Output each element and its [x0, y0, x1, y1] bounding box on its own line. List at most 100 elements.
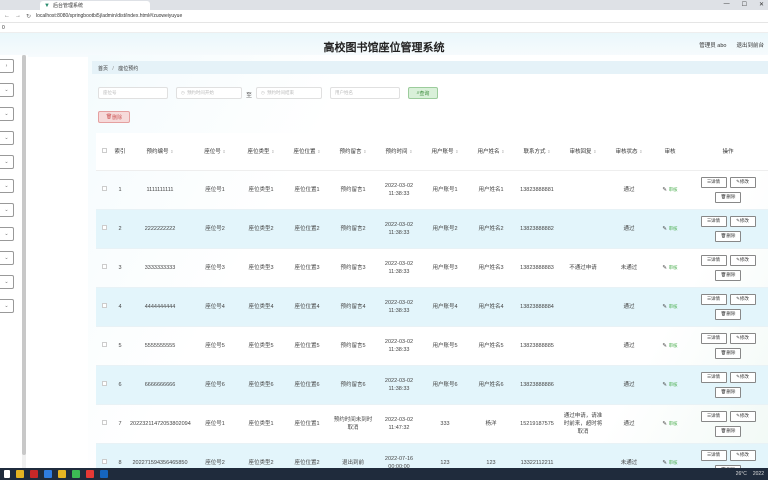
review-cell[interactable]: ✎ 审核 [652, 365, 688, 405]
forward-icon[interactable]: → [15, 13, 21, 19]
column-header[interactable]: 操作 [688, 133, 768, 171]
detail-button[interactable]: ☰ 详情 [700, 449, 727, 461]
row-checkbox-cell[interactable] [96, 287, 112, 327]
review-link[interactable]: 审核 [669, 265, 678, 270]
edit-button[interactable]: ✎ 修改 [729, 215, 756, 227]
row-checkbox[interactable] [101, 185, 107, 191]
sort-icon[interactable]: ⇕ [501, 149, 504, 154]
end-time-input[interactable]: ◷ 预约时间结束 [256, 87, 323, 99]
column-header[interactable]: 座位类型 ⇕ [238, 133, 284, 171]
edit-button[interactable]: ✎ 修改 [729, 410, 756, 422]
review-link[interactable]: 审核 [669, 421, 678, 426]
review-link[interactable]: 审核 [669, 382, 678, 387]
review-cell[interactable]: ✎ 审核 [652, 170, 688, 210]
review-cell[interactable]: ✎ 审核 [652, 209, 688, 249]
browser-tab[interactable]: ▼ 后台管理系统 [40, 1, 150, 10]
column-header[interactable]: 联系方式 ⇕ [514, 133, 560, 171]
detail-button[interactable]: ☰ 详情 [700, 332, 727, 344]
exit-link[interactable]: 退出到前台 [736, 41, 764, 49]
delete-button[interactable]: 🗑 删除 [715, 347, 741, 359]
edit-button[interactable]: ✎ 修改 [729, 449, 756, 461]
column-header[interactable]: 预约编号 ⇕ [128, 133, 192, 171]
row-checkbox-cell[interactable] [96, 209, 112, 249]
sidebar-item-icon[interactable]: ⌄ [0, 227, 14, 241]
scrollbar-thumb[interactable] [22, 55, 26, 455]
review-cell[interactable]: ✎ 审核 [652, 404, 688, 444]
row-checkbox[interactable] [101, 458, 107, 464]
sort-icon[interactable]: ⇕ [547, 149, 550, 154]
detail-button[interactable]: ☰ 详情 [700, 410, 727, 422]
detail-button[interactable]: ☰ 详情 [700, 215, 727, 227]
row-checkbox[interactable] [101, 419, 107, 425]
detail-button[interactable]: ☰ 详情 [700, 254, 727, 266]
row-checkbox[interactable] [101, 302, 107, 308]
table-row[interactable]: 8 202271594356465850 座位号2 座位类型2 座位位置2 退出到前 202… [96, 443, 768, 468]
delete-button[interactable]: 🗑 删除 [715, 191, 741, 203]
sidebar-item-icon[interactable]: ⌄ [0, 179, 14, 193]
close-icon[interactable]: ✕ [759, 1, 764, 8]
table-row[interactable]: 3 3333333333 座位号3 座位类型3 座位位置3 预约留言3 2022-03-02… [96, 248, 768, 288]
username-input[interactable]: 用户姓名 [330, 87, 401, 99]
app-icon[interactable] [44, 470, 52, 478]
sort-icon[interactable]: ⇕ [593, 149, 596, 154]
table-row[interactable]: 4 4444444444 座位号4 座位类型4 座位位置4 预约留言4 2022-03-02… [96, 287, 768, 327]
url-field[interactable]: localhost:8080/springbootbi5j/admin/dist… [36, 13, 764, 19]
start-time-input[interactable]: ◷ 预约时间开始 [176, 87, 242, 99]
sidebar-item-icon[interactable]: ⌄ [0, 131, 14, 145]
sidebar-item-icon[interactable]: ⌄ [0, 83, 14, 97]
sidebar-item-icon[interactable]: ⌄ [0, 107, 14, 121]
folder-icon[interactable] [16, 470, 24, 478]
minimize-icon[interactable]: — [724, 1, 730, 8]
column-header[interactable]: 审核 [652, 133, 688, 171]
sort-icon[interactable]: ⇕ [409, 149, 412, 154]
delete-button[interactable]: 🗑 删除 [715, 386, 741, 398]
start-icon[interactable] [4, 470, 10, 478]
table-row[interactable]: 1 1111111111 座位号1 座位类型1 座位位置1 预约留言1 2022-03-02… [96, 170, 768, 210]
sidebar-item-icon[interactable]: ⌄ [0, 251, 14, 265]
edit-button[interactable]: ✎ 修改 [729, 371, 756, 383]
review-cell[interactable]: ✎ 审核 [652, 248, 688, 288]
edit-button[interactable]: ✎ 修改 [729, 332, 756, 344]
column-header[interactable]: 审核状态 ⇕ [606, 133, 652, 171]
app-icon[interactable] [58, 470, 66, 478]
seat-number-input[interactable]: 座位号 [98, 87, 168, 99]
edit-button[interactable]: ✎ 修改 [729, 293, 756, 305]
review-link[interactable]: 审核 [669, 226, 678, 231]
sort-icon[interactable]: ⇕ [271, 149, 274, 154]
review-link[interactable]: 审核 [669, 460, 678, 465]
column-header[interactable]: 用户账号 ⇕ [422, 133, 468, 171]
delete-button[interactable]: 🗑 删除 [715, 425, 741, 437]
row-checkbox-cell[interactable] [96, 248, 112, 288]
row-checkbox[interactable] [101, 263, 107, 269]
sidebar-item-icon[interactable]: ⌄ [0, 299, 14, 313]
review-link[interactable]: 审核 [669, 304, 678, 309]
batch-delete-button[interactable]: 🗑 删除 [98, 111, 130, 123]
sidebar-item-icon[interactable]: ⌄ [0, 275, 14, 289]
row-checkbox-cell[interactable] [96, 326, 112, 366]
delete-button[interactable]: 🗑 删除 [715, 269, 741, 281]
review-cell[interactable]: ✎ 审核 [652, 287, 688, 327]
detail-button[interactable]: ☰ 详情 [700, 176, 727, 188]
sort-icon[interactable]: ⇕ [222, 149, 225, 154]
column-header[interactable]: 座位位置 ⇕ [284, 133, 330, 171]
maximize-icon[interactable]: ☐ [742, 1, 747, 8]
table-row[interactable]: 2 2222222222 座位号2 座位类型2 座位位置2 预约留言2 2022-03-02… [96, 209, 768, 249]
breadcrumb-home[interactable]: 首页 [98, 66, 108, 72]
column-header[interactable]: 索引 [112, 133, 128, 171]
edit-button[interactable]: ✎ 修改 [729, 176, 756, 188]
select-all-checkbox[interactable] [101, 147, 107, 153]
row-checkbox[interactable] [101, 224, 107, 230]
column-header[interactable]: 预约时间 ⇕ [376, 133, 422, 171]
row-checkbox-cell[interactable] [96, 443, 112, 468]
sort-icon[interactable]: ⇕ [639, 149, 642, 154]
bookmark-item[interactable]: 0 [2, 25, 5, 31]
edit-button[interactable]: ✎ 修改 [729, 254, 756, 266]
review-link[interactable]: 审核 [669, 343, 678, 348]
reload-icon[interactable]: ↻ [26, 13, 31, 20]
sidebar-item-icon[interactable]: ⌄ [0, 155, 14, 169]
sort-icon[interactable]: ⇕ [170, 149, 173, 154]
app-icon[interactable] [100, 470, 108, 478]
row-checkbox[interactable] [101, 380, 107, 386]
sidebar-scrollbar[interactable] [22, 55, 26, 468]
sort-icon[interactable]: ⇕ [363, 149, 366, 154]
